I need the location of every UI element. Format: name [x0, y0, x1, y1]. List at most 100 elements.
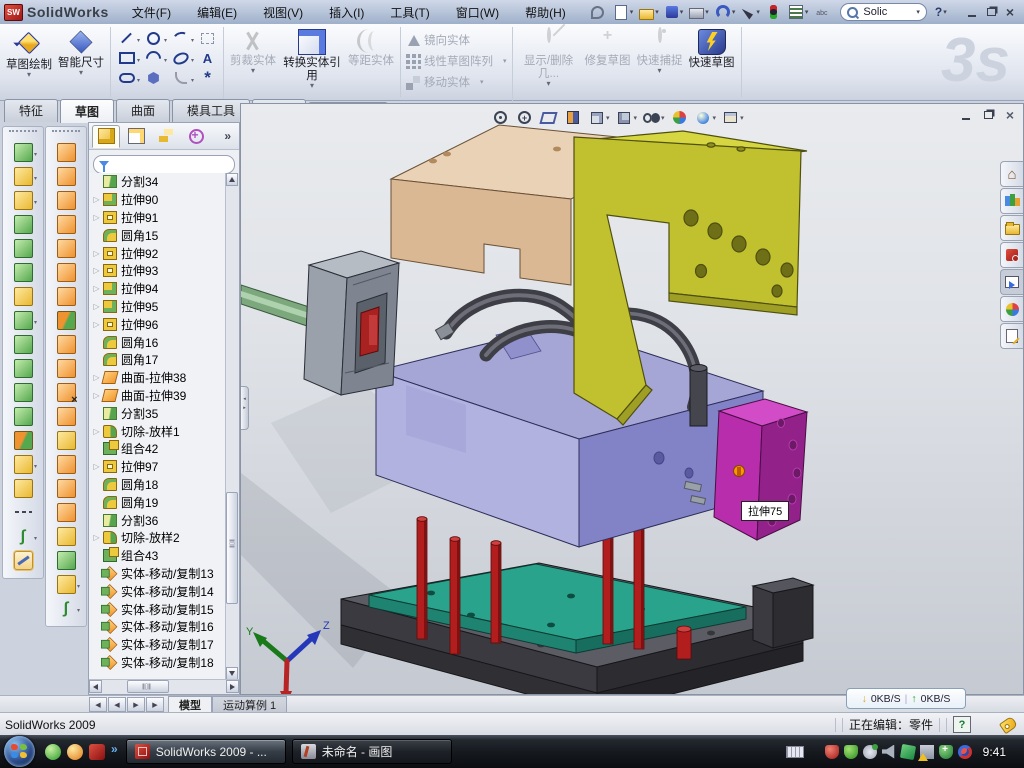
dropdown-arrow-icon[interactable]: ▾: [310, 79, 314, 92]
dropdown-arrow-icon[interactable]: ▾: [251, 64, 255, 77]
task-pane-tab[interactable]: [1000, 323, 1023, 349]
expand-arrow-icon[interactable]: ▷: [92, 302, 101, 311]
quick-toolbar-button[interactable]: ▾: [713, 3, 738, 21]
dropdown-arrow-icon[interactable]: ▾: [655, 8, 659, 16]
dropdown-arrow-icon[interactable]: ▾: [740, 114, 744, 122]
view-tool-button[interactable]: [491, 108, 511, 127]
dropdown-arrow-icon[interactable]: ▾: [34, 463, 37, 470]
doc-close-button[interactable]: [1003, 108, 1017, 122]
feature-tree-item[interactable]: 分割34: [89, 173, 226, 191]
toolbar-button[interactable]: [53, 188, 79, 212]
toolbar-button[interactable]: [53, 164, 79, 188]
doc-restore-button[interactable]: [981, 108, 995, 122]
scroll-thumb[interactable]: [226, 492, 238, 604]
dropdown-arrow-icon[interactable]: ▾: [713, 114, 717, 122]
doc-minimize-button[interactable]: [959, 108, 973, 122]
quick-toolbar-button[interactable]: [587, 3, 609, 22]
view-tool-button[interactable]: [670, 108, 690, 127]
sketch-entity-button[interactable]: ▾: [113, 70, 140, 86]
quick-toolbar-button[interactable]: [812, 4, 832, 21]
update-icon[interactable]: [958, 745, 972, 759]
feature-tree-item[interactable]: 组合43: [89, 547, 226, 565]
search-dropdown-icon[interactable]: ▾: [916, 8, 920, 16]
sketch-entity-button[interactable]: [194, 70, 221, 86]
task-pane-tab[interactable]: [1000, 215, 1023, 241]
feature-tree-item[interactable]: ▷ 切除-放样2: [89, 529, 226, 547]
menu-item[interactable]: 帮助(H): [512, 0, 579, 24]
dropdown-arrow-icon[interactable]: ▾: [658, 64, 662, 77]
dropdown-arrow-icon[interactable]: ▾: [34, 199, 37, 206]
dropdown-arrow-icon[interactable]: ▾: [34, 319, 37, 326]
dropdown-arrow-icon[interactable]: ▾: [34, 151, 37, 158]
toolbar-button[interactable]: [53, 236, 79, 260]
toolbar-button[interactable]: [53, 308, 79, 332]
toolbar-button[interactable]: [53, 524, 79, 548]
dropdown-arrow-icon[interactable]: ▾: [547, 77, 551, 90]
task-button[interactable]: 未命名 - 画图: [292, 739, 452, 764]
toolbar-button[interactable]: [10, 236, 36, 260]
sketch-entity-button[interactable]: ▾: [113, 30, 140, 46]
dropdown-arrow-icon[interactable]: ▾: [606, 114, 610, 122]
dropdown-arrow-icon[interactable]: ▾: [732, 8, 736, 16]
network-warning-icon[interactable]: [920, 745, 934, 759]
command-button[interactable]: 转换实体引用 ▾: [279, 27, 345, 92]
core-block-part[interactable]: [376, 325, 763, 547]
sketch-entity-button[interactable]: ▾: [113, 50, 140, 66]
sketch-entity-button[interactable]: ▾: [167, 30, 194, 46]
restore-button[interactable]: [983, 5, 999, 19]
scroll-thumb[interactable]: [127, 680, 169, 693]
toolbar-button[interactable]: [53, 500, 79, 524]
taskbar-clock[interactable]: 9:41: [977, 745, 1016, 759]
sync-icon[interactable]: [900, 743, 916, 759]
panel-splitter-handle[interactable]: [241, 386, 249, 430]
toolbar-button[interactable]: [53, 380, 79, 404]
start-button[interactable]: [4, 736, 35, 767]
jump-first-icon[interactable]: ◀: [89, 697, 107, 712]
command-button[interactable]: 镜向实体: [403, 31, 483, 49]
help-dropdown-icon[interactable]: ▾: [943, 8, 947, 16]
toolbar-button[interactable]: [53, 476, 79, 500]
toolbar-button[interactable]: ▾: [53, 572, 79, 596]
toolbar-button[interactable]: ▾: [10, 524, 36, 548]
menu-item[interactable]: 文件(F): [119, 0, 184, 24]
help-button[interactable]: ? ▾: [935, 5, 947, 19]
command-button[interactable]: 剪裁实体 ▾: [227, 27, 279, 77]
expand-arrow-icon[interactable]: ▷: [92, 391, 101, 400]
command-button[interactable]: 移动实体 ▾: [403, 73, 487, 91]
toolbar-button[interactable]: [10, 476, 36, 500]
dropdown-arrow-icon[interactable]: ▾: [661, 114, 665, 122]
view-tool-button[interactable]: [563, 108, 583, 127]
minimize-button[interactable]: [964, 5, 980, 19]
toolbar-button[interactable]: [53, 212, 79, 236]
toolbar-button[interactable]: [53, 284, 79, 308]
sketch-entity-button[interactable]: ▾: [140, 50, 167, 66]
manager-tab[interactable]: [182, 125, 210, 148]
toolbar-button[interactable]: ▾: [10, 140, 36, 164]
toolbar-button[interactable]: [10, 428, 36, 452]
toolbar-button[interactable]: [53, 548, 79, 572]
prev-frame-icon[interactable]: ◀: [108, 697, 126, 712]
sketch-entity-button[interactable]: [194, 30, 221, 46]
view-tool-button[interactable]: ▾: [615, 108, 639, 127]
quick-toolbar-button[interactable]: ▾: [786, 3, 811, 21]
feature-tree-item[interactable]: ▷ 曲面-拉伸39: [89, 387, 226, 405]
feature-tree-item[interactable]: 实体-移动/复制13: [89, 565, 226, 583]
quick-toolbar-button[interactable]: ▾: [663, 4, 686, 20]
dropdown-arrow-icon[interactable]: ▾: [77, 607, 80, 614]
manager-tab[interactable]: [122, 125, 150, 148]
command-button[interactable]: 智能尺寸 ▾: [55, 27, 107, 79]
expand-arrow-icon[interactable]: ▷: [92, 462, 101, 471]
tree-vertical-scrollbar[interactable]: [225, 173, 239, 680]
toolbar-button[interactable]: ▾: [53, 596, 79, 620]
jump-last-icon[interactable]: ▶: [146, 697, 164, 712]
toolbar-button[interactable]: [53, 452, 79, 476]
task-pane-tab[interactable]: [1000, 242, 1023, 268]
command-button[interactable]: 修复草图: [582, 27, 634, 77]
feature-tree-item[interactable]: ▷ 拉伸95: [89, 298, 226, 316]
solidworks-quick-icon[interactable]: [89, 744, 105, 760]
expand-arrow-icon[interactable]: ▷: [92, 249, 101, 258]
close-button[interactable]: [1002, 5, 1018, 19]
menu-item[interactable]: 视图(V): [250, 0, 316, 24]
task-pane-tab[interactable]: [1000, 296, 1023, 322]
task-button[interactable]: SolidWorks 2009 - ...: [126, 739, 286, 764]
